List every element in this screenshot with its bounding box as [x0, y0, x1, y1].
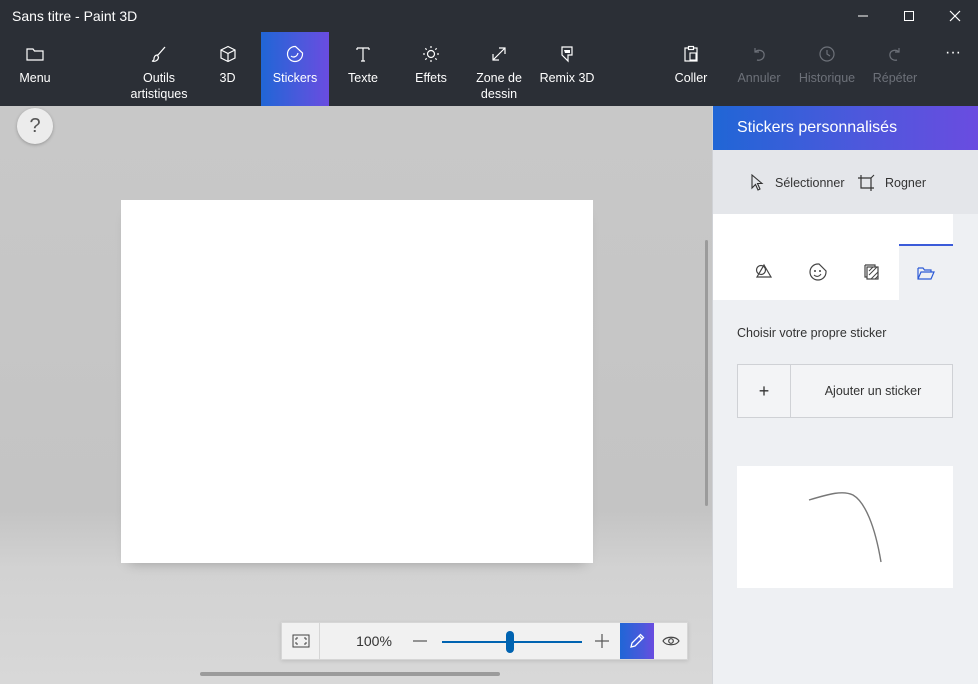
menu-button[interactable]: Menu: [0, 32, 70, 106]
more-button[interactable]: ···: [930, 32, 976, 106]
resize-icon: [492, 47, 506, 61]
sticker-thumbnail[interactable]: [737, 466, 953, 588]
choose-sticker-label: Choisir votre propre sticker: [737, 326, 887, 340]
shapes-icon: [755, 263, 773, 278]
text-icon: [356, 47, 370, 62]
close-icon: [949, 10, 961, 22]
outils-label-2: artistiques: [130, 87, 188, 101]
repeter-button[interactable]: Répéter: [861, 32, 929, 106]
cube-icon: [219, 45, 236, 63]
eye-icon: [662, 636, 680, 646]
stickers-tab[interactable]: Stickers: [261, 32, 329, 106]
minus-icon: [413, 640, 427, 642]
crop-icon: [858, 174, 875, 191]
remix-3d-button[interactable]: Remix 3D: [533, 32, 601, 106]
history-icon: [819, 46, 835, 62]
zone-label-1: Zone de: [476, 71, 522, 85]
outils-artistiques-button[interactable]: Outils artistiques: [124, 32, 194, 106]
effets-label: Effets: [415, 71, 447, 85]
sticker-icon: [286, 45, 304, 63]
close-button[interactable]: [932, 0, 978, 32]
maximize-button[interactable]: [886, 0, 932, 32]
open-folder-icon: [917, 267, 935, 280]
help-button[interactable]: ?: [17, 108, 53, 144]
zoom-slider-thumb[interactable]: [506, 631, 514, 653]
tab-emoji[interactable]: [791, 244, 845, 300]
coller-button[interactable]: Coller: [657, 32, 725, 106]
paint3d-window: Sans titre - Paint 3D Menu Outils artist…: [0, 0, 978, 684]
crop-button[interactable]: Rogner: [857, 174, 926, 192]
add-sticker-button[interactable]: + Ajouter un sticker: [737, 364, 953, 418]
folder-icon: [26, 48, 44, 61]
pen-icon: [630, 633, 645, 648]
plus-icon: [595, 634, 609, 648]
panel-title: Stickers personnalisés: [713, 106, 978, 150]
minimize-button[interactable]: [840, 0, 886, 32]
minimize-icon: [858, 15, 868, 17]
window-title: Sans titre - Paint 3D: [12, 8, 138, 24]
fit-to-screen-button[interactable]: [282, 623, 320, 659]
select-label: Sélectionner: [775, 176, 845, 190]
select-button[interactable]: Sélectionner: [749, 174, 845, 192]
drawing-canvas[interactable]: [121, 200, 593, 563]
tab-shapes[interactable]: [737, 244, 791, 300]
zone-label-2: dessin: [480, 87, 518, 101]
texte-button[interactable]: Texte: [329, 32, 397, 106]
outils-label-1: Outils: [143, 71, 175, 85]
curve-sticker-image: [808, 492, 882, 563]
zoom-value: 100%: [356, 633, 392, 649]
sticker-category-tabs: [713, 214, 953, 300]
stickers-label: Stickers: [272, 71, 318, 85]
crop-label: Rogner: [885, 176, 926, 190]
pen-toggle-button[interactable]: [620, 623, 654, 659]
tab-textures[interactable]: [845, 244, 899, 300]
annuler-button[interactable]: Annuler: [725, 32, 793, 106]
zoom-in-button[interactable]: [588, 623, 616, 659]
zone-de-dessin-button[interactable]: Zone de dessin: [465, 32, 533, 106]
brush-icon: [151, 46, 166, 62]
3d-button[interactable]: 3D: [194, 32, 261, 106]
tab-custom-stickers[interactable]: [899, 244, 953, 300]
add-icon: +: [738, 365, 791, 417]
cursor-icon: [751, 174, 764, 191]
paste-icon: [684, 45, 698, 62]
remix-icon: [561, 46, 573, 63]
texte-label: Texte: [348, 71, 378, 85]
zoom-bar: 100%: [281, 622, 688, 660]
ribbon: Menu Outils artistiques 3D Stickers Text…: [0, 32, 978, 106]
maximize-icon: [904, 11, 914, 21]
horizontal-scrollbar[interactable]: [200, 672, 500, 676]
stickers-panel: Stickers personnalisés Sélectionner Rogn…: [712, 106, 978, 684]
historique-button[interactable]: Historique: [793, 32, 861, 106]
sun-icon: [423, 46, 439, 62]
fit-screen-icon: [292, 634, 309, 648]
menu-label: Menu: [19, 71, 51, 85]
historique-label: Historique: [798, 71, 856, 85]
selection-tools: Sélectionner Rogner: [713, 150, 978, 214]
effets-button[interactable]: Effets: [397, 32, 465, 106]
canvas-workspace: ? 100%: [0, 106, 712, 684]
view-toggle-button[interactable]: [654, 623, 688, 659]
undo-icon: [754, 48, 765, 61]
remix-label: Remix 3D: [539, 71, 595, 85]
add-sticker-label: Ajouter un sticker: [824, 384, 922, 398]
annuler-label: Annuler: [737, 71, 781, 85]
texture-icon: [864, 264, 879, 280]
title-bar: Sans titre - Paint 3D: [0, 0, 978, 32]
smiley-sticker-icon: [809, 263, 827, 281]
redo-icon: [889, 48, 900, 61]
3d-label: 3D: [219, 71, 236, 85]
coller-label: Coller: [674, 71, 708, 85]
zoom-out-button[interactable]: [406, 623, 434, 659]
more-icon: ···: [945, 44, 961, 61]
repeter-label: Répéter: [872, 71, 918, 85]
vertical-scrollbar[interactable]: [705, 240, 708, 506]
